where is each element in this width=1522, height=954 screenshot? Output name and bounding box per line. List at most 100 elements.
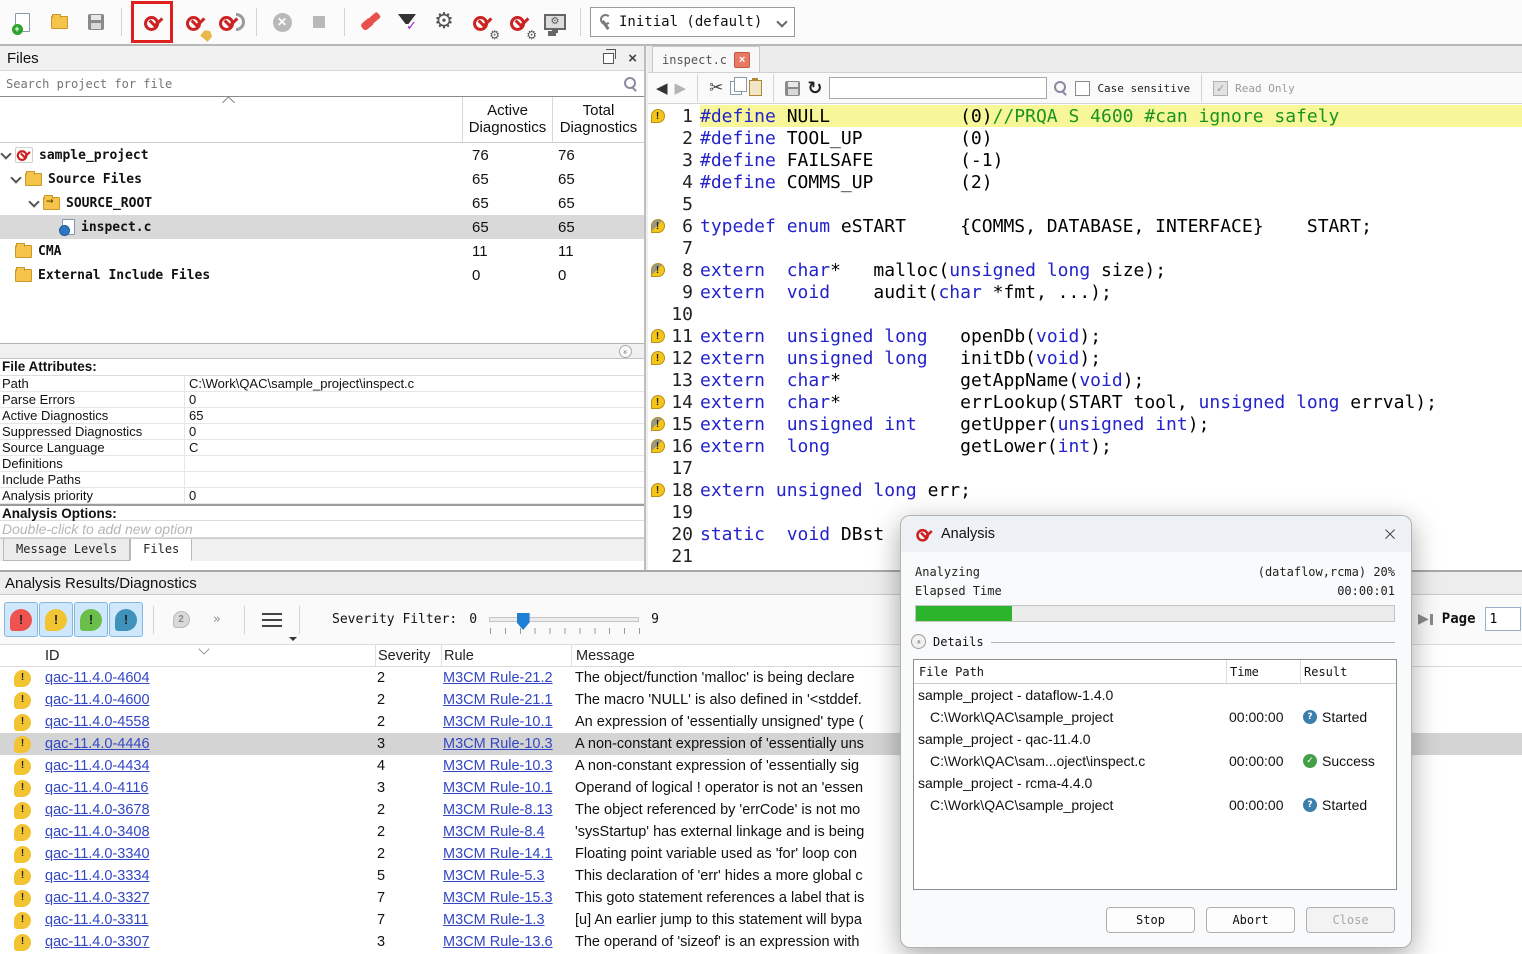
diagnostic-id-text[interactable]: qac-11.4.0-3678 <box>45 802 150 818</box>
severity-toggle-button-3[interactable]: ! <box>74 602 108 637</box>
code-line-12[interactable]: !12extern unsigned long initDb(void); <box>648 347 1522 369</box>
new-project-button[interactable]: + <box>6 6 38 38</box>
diagnostic-rule-text[interactable]: M3CM Rule-1.3 <box>443 912 545 928</box>
diagnostic-rule-link[interactable]: M3CM Rule-15.3 <box>441 890 571 906</box>
diagnostic-rule-text[interactable]: M3CM Rule-5.3 <box>443 868 545 884</box>
diagnostic-id-text[interactable]: qac-11.4.0-4558 <box>45 714 150 730</box>
tab-files[interactable]: Files <box>130 539 192 561</box>
collapse-section-button[interactable]: « <box>619 345 632 358</box>
column-header-active-diagnostics[interactable]: Active Diagnostics <box>462 97 552 142</box>
filter-button[interactable] <box>391 6 423 38</box>
code-line-6[interactable]: !6typedef enum eSTART {COMMS, DATABASE, … <box>648 215 1522 237</box>
code-line-2[interactable]: 2#define TOOL_UP (0) <box>648 127 1522 149</box>
code-line-7[interactable]: 7 <box>648 237 1522 259</box>
diagnostic-rule-link[interactable]: M3CM Rule-10.3 <box>441 736 571 752</box>
severity-toggle-button-1[interactable]: ! <box>4 602 38 637</box>
diagnostic-rule-link[interactable]: M3CM Rule-21.2 <box>441 670 571 686</box>
analyze-modified-button[interactable] <box>215 6 247 38</box>
code-line-13[interactable]: 13extern char* getAppName(void); <box>648 369 1522 391</box>
tree-item-CMA[interactable]: CMA1111 <box>0 239 644 263</box>
save-file-icon[interactable] <box>785 81 800 96</box>
diagnostic-rule-text[interactable]: M3CM Rule-15.3 <box>443 890 553 906</box>
column-header-id[interactable]: ID <box>45 648 375 664</box>
expand-arrow-icon[interactable] <box>28 196 39 207</box>
skip-to-last-page-icon[interactable]: ▶ <box>1418 611 1433 627</box>
severity-toggle-button-2[interactable]: ! <box>39 602 73 637</box>
diagnostic-id-link[interactable]: qac-11.4.0-4116 <box>45 780 375 796</box>
collapse-details-button[interactable]: « <box>911 634 926 649</box>
tree-item-inspect.c[interactable]: inspect.c6565 <box>0 215 644 239</box>
code-line-18[interactable]: !18extern unsigned long err; <box>648 479 1522 501</box>
expand-arrow-icon[interactable] <box>0 148 11 159</box>
attribute-value[interactable]: 65 <box>185 408 644 423</box>
code-line-16[interactable]: !16extern long getLower(int); <box>648 435 1522 457</box>
float-panel-icon[interactable] <box>603 53 614 64</box>
diagnostic-id-link[interactable]: qac-11.4.0-4600 <box>45 692 375 708</box>
diagnostic-rule-link[interactable]: M3CM Rule-8.13 <box>441 802 571 818</box>
cut-icon[interactable]: ✂ <box>709 78 723 98</box>
stop-button[interactable]: Stop <box>1106 907 1195 933</box>
diagnostic-rule-text[interactable]: M3CM Rule-21.1 <box>443 692 553 708</box>
severity-slider[interactable] <box>489 617 639 622</box>
paste-icon[interactable] <box>749 80 762 96</box>
diagnostic-id-text[interactable]: qac-11.4.0-3307 <box>45 934 150 950</box>
code-line-3[interactable]: 3#define FAILSAFE (-1) <box>648 149 1522 171</box>
diagnostic-rule-text[interactable]: M3CM Rule-8.4 <box>443 824 545 840</box>
column-header-file-path[interactable]: File Path <box>914 665 1226 679</box>
tool-settings-button[interactable]: ⚙ <box>502 6 534 38</box>
code-line-14[interactable]: !14extern char* errLookup(START tool, un… <box>648 391 1522 413</box>
diagnostic-id-link[interactable]: qac-11.4.0-3408 <box>45 824 375 840</box>
diagnostic-rule-link[interactable]: M3CM Rule-10.1 <box>441 780 571 796</box>
code-line-4[interactable]: 4#define COMMS_UP (2) <box>648 171 1522 193</box>
expand-toolbar-button[interactable]: » <box>200 602 234 637</box>
code-line-8[interactable]: !8extern char* malloc(unsigned long size… <box>648 259 1522 281</box>
diagnostic-rule-text[interactable]: M3CM Rule-10.3 <box>443 758 553 774</box>
diagnostic-id-link[interactable]: qac-11.4.0-4558 <box>45 714 375 730</box>
diagnostic-id-link[interactable]: qac-11.4.0-3327 <box>45 890 375 906</box>
attribute-value[interactable]: C <box>185 440 644 455</box>
diagnostic-id-text[interactable]: qac-11.4.0-3311 <box>45 912 148 928</box>
diagnostic-rule-link[interactable]: M3CM Rule-10.1 <box>441 714 571 730</box>
close-tab-icon[interactable]: × <box>734 52 750 68</box>
forward-icon[interactable]: ▶ <box>675 81 687 96</box>
diagnostic-rule-text[interactable]: M3CM Rule-13.6 <box>443 934 553 950</box>
diagnostic-rule-text[interactable]: M3CM Rule-10.1 <box>443 780 553 796</box>
diagnostic-rule-text[interactable]: M3CM Rule-10.3 <box>443 736 553 752</box>
column-header-time[interactable]: Time <box>1226 660 1300 683</box>
diagnostic-id-link[interactable]: qac-11.4.0-3678 <box>45 802 375 818</box>
back-icon[interactable]: ◀ <box>656 81 668 96</box>
diagnostic-rule-link[interactable]: M3CM Rule-1.3 <box>441 912 571 928</box>
code-line-9[interactable]: 9extern void audit(char *fmt, ...); <box>648 281 1522 303</box>
code-line-15[interactable]: !15extern unsigned int getUpper(unsigned… <box>648 413 1522 435</box>
copy-icon[interactable] <box>730 81 742 95</box>
diagnostic-id-link[interactable]: qac-11.4.0-3307 <box>45 934 375 950</box>
attribute-value[interactable] <box>185 456 644 471</box>
diagnostic-rule-link[interactable]: M3CM Rule-10.3 <box>441 758 571 774</box>
diagnostic-id-text[interactable]: qac-11.4.0-3408 <box>45 824 150 840</box>
severity-toggle-button-4[interactable]: ! <box>109 602 143 637</box>
diagnostic-id-text[interactable]: qac-11.4.0-4446 <box>45 736 150 752</box>
diagnostic-rule-link[interactable]: M3CM Rule-8.4 <box>441 824 571 840</box>
file-search-input[interactable] <box>6 77 624 91</box>
diagnostic-rule-link[interactable]: M3CM Rule-14.1 <box>441 846 571 862</box>
tab-message-levels[interactable]: Message Levels <box>3 539 130 561</box>
diagnostic-rule-link[interactable]: M3CM Rule-21.1 <box>441 692 571 708</box>
diagnostic-rule-link[interactable]: M3CM Rule-13.6 <box>441 934 571 950</box>
tree-item-External Include Files[interactable]: External Include Files00 <box>0 263 644 287</box>
diagnostic-rule-text[interactable]: M3CM Rule-10.1 <box>443 714 553 730</box>
attribute-value[interactable]: C:\Work\QAC\sample_project\inspect.c <box>185 376 644 391</box>
view-menu-button[interactable] <box>255 602 289 637</box>
diagnostic-id-link[interactable]: qac-11.4.0-3334 <box>45 868 375 884</box>
code-editor[interactable]: !1#define NULL (0)//PRQA S 4600 #can ign… <box>648 105 1522 570</box>
diagnostic-rule-text[interactable]: M3CM Rule-8.13 <box>443 802 553 818</box>
diagnostic-rule-text[interactable]: M3CM Rule-21.2 <box>443 670 553 686</box>
analysis-settings-button[interactable]: ⚙ <box>465 6 497 38</box>
diagnostic-id-text[interactable]: qac-11.4.0-3340 <box>45 846 150 862</box>
diagnostic-id-link[interactable]: qac-11.4.0-4446 <box>45 736 375 752</box>
case-sensitive-checkbox[interactable] <box>1075 81 1090 96</box>
code-line-5[interactable]: 5 <box>648 193 1522 215</box>
code-line-1[interactable]: !1#define NULL (0)//PRQA S 4600 #can ign… <box>648 105 1522 127</box>
code-line-10[interactable]: 10 <box>648 303 1522 325</box>
reload-icon[interactable]: ↻ <box>807 78 822 99</box>
expand-arrow-icon[interactable] <box>10 172 21 183</box>
